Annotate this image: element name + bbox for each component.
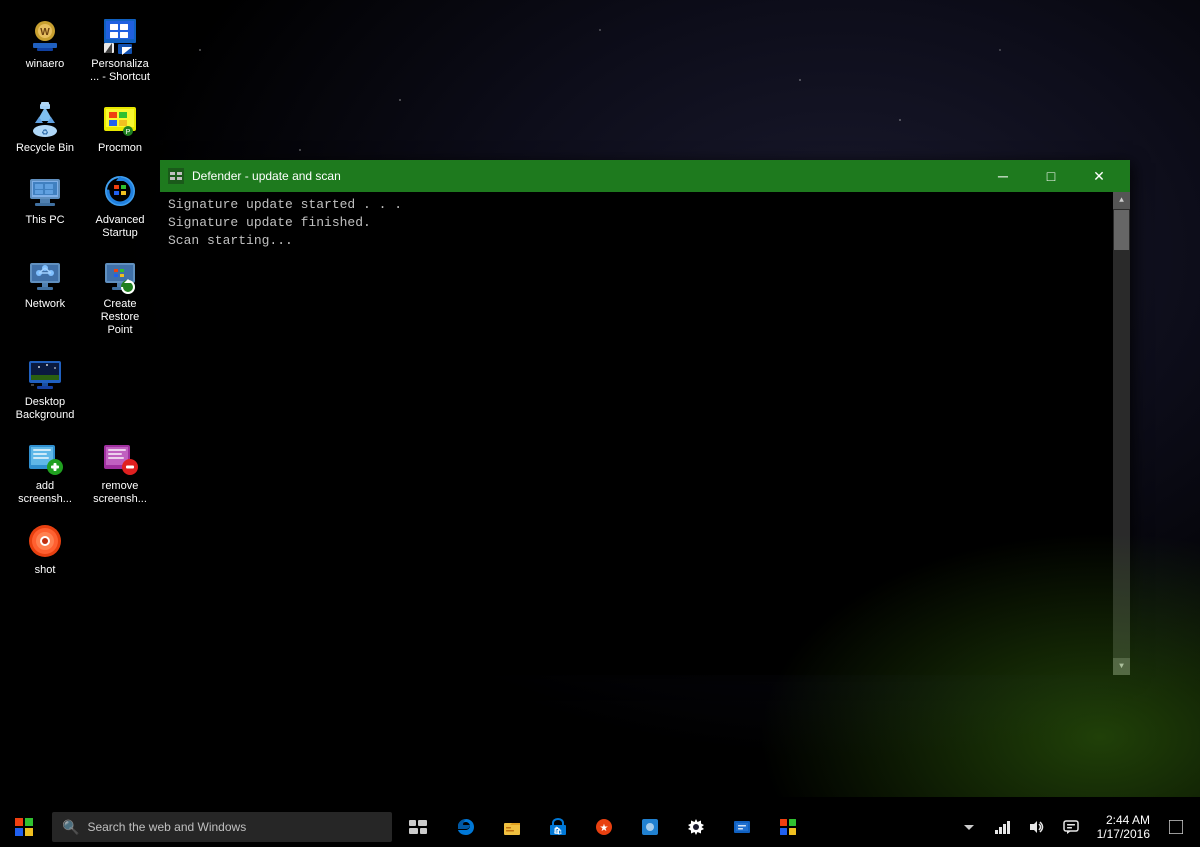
cmd-window: Defender - update and scan ─ □ ✕ Signatu… xyxy=(160,160,1130,675)
cmd-title-icon xyxy=(168,168,184,184)
desktop-icon-procmon[interactable]: P Procmon xyxy=(85,94,155,160)
procmon-icon: P xyxy=(100,99,140,139)
cmd-scroll-thumb[interactable] xyxy=(1114,210,1129,250)
cmd-close-button[interactable]: ✕ xyxy=(1076,160,1122,192)
procmon-label: Procmon xyxy=(98,142,142,155)
icon-row-2: This PC Advanc xyxy=(10,166,155,245)
personalize-label: Personaliza... - Shortcut xyxy=(90,58,150,84)
pinned-apps: 🛍 ★ xyxy=(444,807,810,847)
taskbar-app-5[interactable]: ★ xyxy=(582,807,626,847)
icon-row-0: W winaero xyxy=(10,10,155,89)
icon-row-4: Desktop Background xyxy=(10,348,155,427)
start-button[interactable] xyxy=(0,807,48,847)
desktop-icons-container: W winaero xyxy=(10,10,155,582)
cmd-controls: ─ □ ✕ xyxy=(980,160,1122,192)
cmd-scroll-track[interactable] xyxy=(1113,209,1130,658)
icon-row-1: ♻ Recycle Bin P xyxy=(10,94,155,160)
desktop-icon-winaero[interactable]: W winaero xyxy=(10,10,80,89)
desktop: W winaero xyxy=(0,0,1200,847)
desktop-icon-network[interactable]: Network xyxy=(10,250,80,343)
advanced-startup-icon xyxy=(100,171,140,211)
desktop-icon-remove-screenshot[interactable]: remove screensh... xyxy=(85,432,155,511)
taskbar-app-store[interactable]: 🛍 xyxy=(536,807,580,847)
search-icon: 🔍 xyxy=(62,819,79,836)
recycle-label: Recycle Bin xyxy=(16,142,74,155)
cmd-line-1: Signature update started . . . xyxy=(168,196,1122,214)
desktop-icon-restore[interactable]: Create Restore Point xyxy=(85,250,155,343)
recycle-icon: ♻ xyxy=(25,99,65,139)
cmd-scrollbar[interactable]: ▲ ▼ xyxy=(1113,192,1130,675)
desktop-bg-icon xyxy=(25,353,65,393)
remove-screenshot-icon xyxy=(100,437,140,477)
thispc-label: This PC xyxy=(25,214,64,227)
cmd-scroll-up-button[interactable]: ▲ xyxy=(1113,192,1130,209)
icon-row-3: Network xyxy=(10,250,155,343)
add-screenshot-icon xyxy=(25,437,65,477)
add-screenshot-label: add screensh... xyxy=(15,480,75,506)
restore-icon xyxy=(100,255,140,295)
desktop-icon-recycle[interactable]: ♻ Recycle Bin xyxy=(10,94,80,160)
shot-label: shot xyxy=(35,564,56,577)
svg-text:P: P xyxy=(126,129,131,136)
icon-row-6: shot xyxy=(10,516,155,582)
clock[interactable]: 2:44 AM 1/17/2016 xyxy=(1089,813,1158,841)
icon-row-5: add screensh... remove scre xyxy=(10,432,155,511)
system-tray: 2:44 AM 1/17/2016 xyxy=(953,807,1200,847)
restore-label: Create Restore Point xyxy=(90,298,150,338)
desktop-icon-thispc[interactable]: This PC xyxy=(10,166,80,245)
svg-text:★: ★ xyxy=(600,823,609,834)
clock-date: 1/17/2016 xyxy=(1097,827,1150,841)
tray-message-icon[interactable] xyxy=(1055,807,1087,847)
taskbar-app-9[interactable] xyxy=(766,807,810,847)
winaero-label: winaero xyxy=(26,58,65,71)
taskbar-app-settings[interactable] xyxy=(674,807,718,847)
taskbar-app-edge[interactable] xyxy=(444,807,488,847)
taskbar-app-8[interactable] xyxy=(720,807,764,847)
thispc-icon xyxy=(25,171,65,211)
shot-icon xyxy=(25,521,65,561)
desktop-bg-label: Desktop Background xyxy=(15,396,75,422)
cmd-line-2: Signature update finished. xyxy=(168,214,1122,232)
svg-text:♻: ♻ xyxy=(41,128,48,137)
network-label: Network xyxy=(25,298,65,311)
desktop-icon-shot[interactable]: shot xyxy=(10,516,80,582)
taskbar-app-6[interactable] xyxy=(628,807,672,847)
cmd-scroll-down-button[interactable]: ▼ xyxy=(1113,658,1130,675)
advanced-startup-label: Advanced Startup xyxy=(90,214,150,240)
clock-time: 2:44 AM xyxy=(1106,813,1150,827)
tray-overflow-button[interactable] xyxy=(953,807,985,847)
svg-text:W: W xyxy=(40,27,50,38)
cmd-maximize-button[interactable]: □ xyxy=(1028,160,1074,192)
desktop-icon-personalize[interactable]: Personaliza... - Shortcut xyxy=(85,10,155,89)
personalize-icon xyxy=(100,15,140,55)
cmd-content[interactable]: Signature update started . . . Signature… xyxy=(160,192,1130,675)
tray-volume-icon[interactable] xyxy=(1021,807,1053,847)
taskbar: 🔍 Search the web and Windows xyxy=(0,807,1200,847)
cmd-title-text: Defender - update and scan xyxy=(192,169,980,183)
tray-network-icon[interactable] xyxy=(987,807,1019,847)
network-icon xyxy=(25,255,65,295)
desktop-icon-desktop-bg[interactable]: Desktop Background xyxy=(10,348,80,427)
task-view-button[interactable] xyxy=(396,807,440,847)
winaero-icon: W xyxy=(25,15,65,55)
search-text: Search the web and Windows xyxy=(87,820,246,834)
cmd-line-3: Scan starting... xyxy=(168,232,1122,250)
desktop-icon-advanced-startup[interactable]: Advanced Startup xyxy=(85,166,155,245)
search-bar[interactable]: 🔍 Search the web and Windows xyxy=(52,812,392,842)
cmd-minimize-button[interactable]: ─ xyxy=(980,160,1026,192)
desktop-icon-add-screenshot[interactable]: add screensh... xyxy=(10,432,80,511)
svg-text:🛍: 🛍 xyxy=(554,826,563,835)
taskbar-app-explorer[interactable] xyxy=(490,807,534,847)
notification-button[interactable] xyxy=(1160,807,1192,847)
cmd-titlebar: Defender - update and scan ─ □ ✕ xyxy=(160,160,1130,192)
remove-screenshot-label: remove screensh... xyxy=(90,480,150,506)
